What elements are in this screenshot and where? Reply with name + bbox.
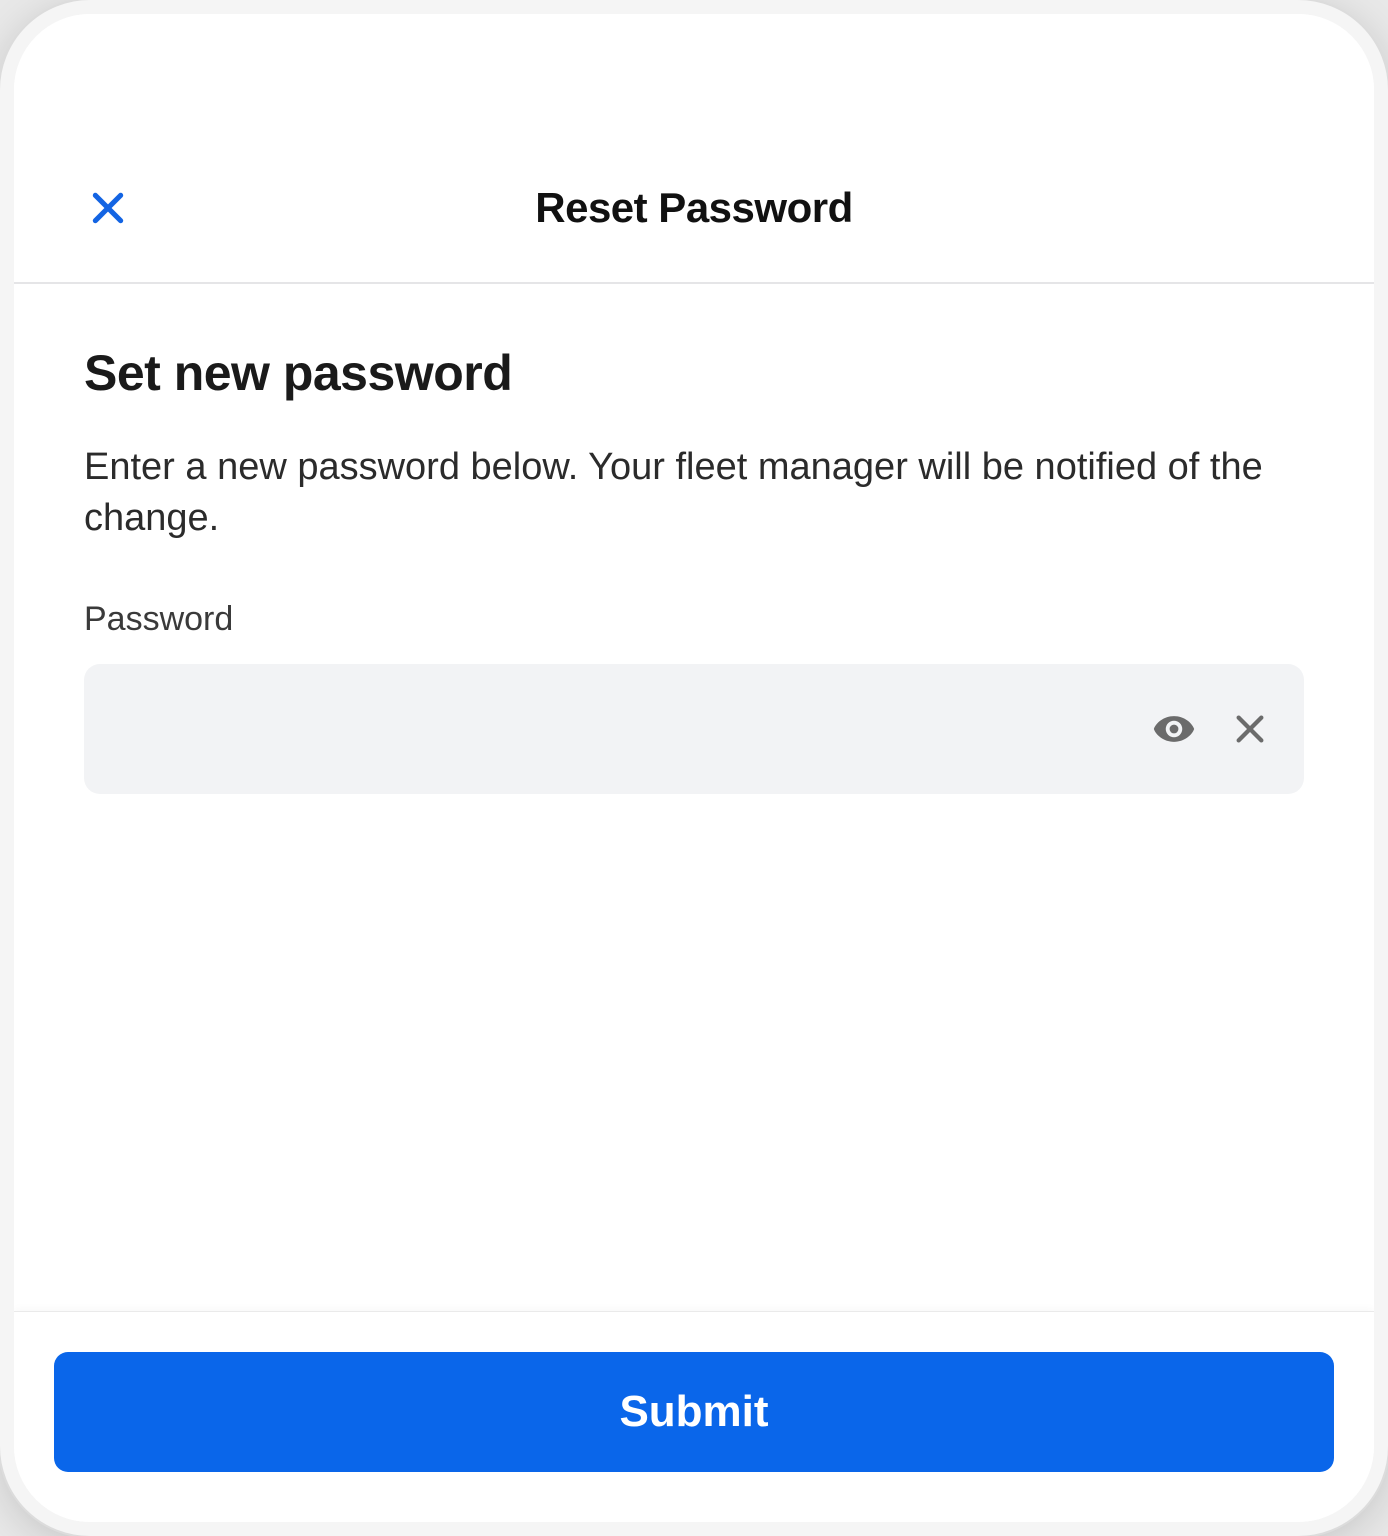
nav-bar: Reset Password: [14, 134, 1374, 284]
content-area: Set new password Enter a new password be…: [14, 284, 1374, 1311]
clear-input-button[interactable]: [1226, 705, 1274, 753]
input-actions: [1150, 705, 1274, 753]
status-bar-space: [14, 14, 1374, 134]
description-text: Enter a new password below. Your fleet m…: [84, 442, 1304, 545]
toggle-visibility-button[interactable]: [1150, 705, 1198, 753]
password-input-wrapper: [84, 664, 1304, 794]
password-input[interactable]: [114, 664, 1150, 794]
eye-icon: [1152, 707, 1196, 751]
screen: Reset Password Set new password Enter a …: [14, 14, 1374, 1522]
clear-icon: [1233, 712, 1267, 746]
device-frame: Reset Password Set new password Enter a …: [0, 0, 1388, 1536]
password-label: Password: [84, 600, 1304, 639]
close-icon: [89, 189, 127, 227]
page-heading: Set new password: [84, 344, 1304, 402]
nav-title: Reset Password: [74, 184, 1314, 232]
footer: Submit: [14, 1311, 1374, 1522]
submit-button[interactable]: Submit: [54, 1352, 1334, 1472]
close-button[interactable]: [84, 184, 132, 232]
